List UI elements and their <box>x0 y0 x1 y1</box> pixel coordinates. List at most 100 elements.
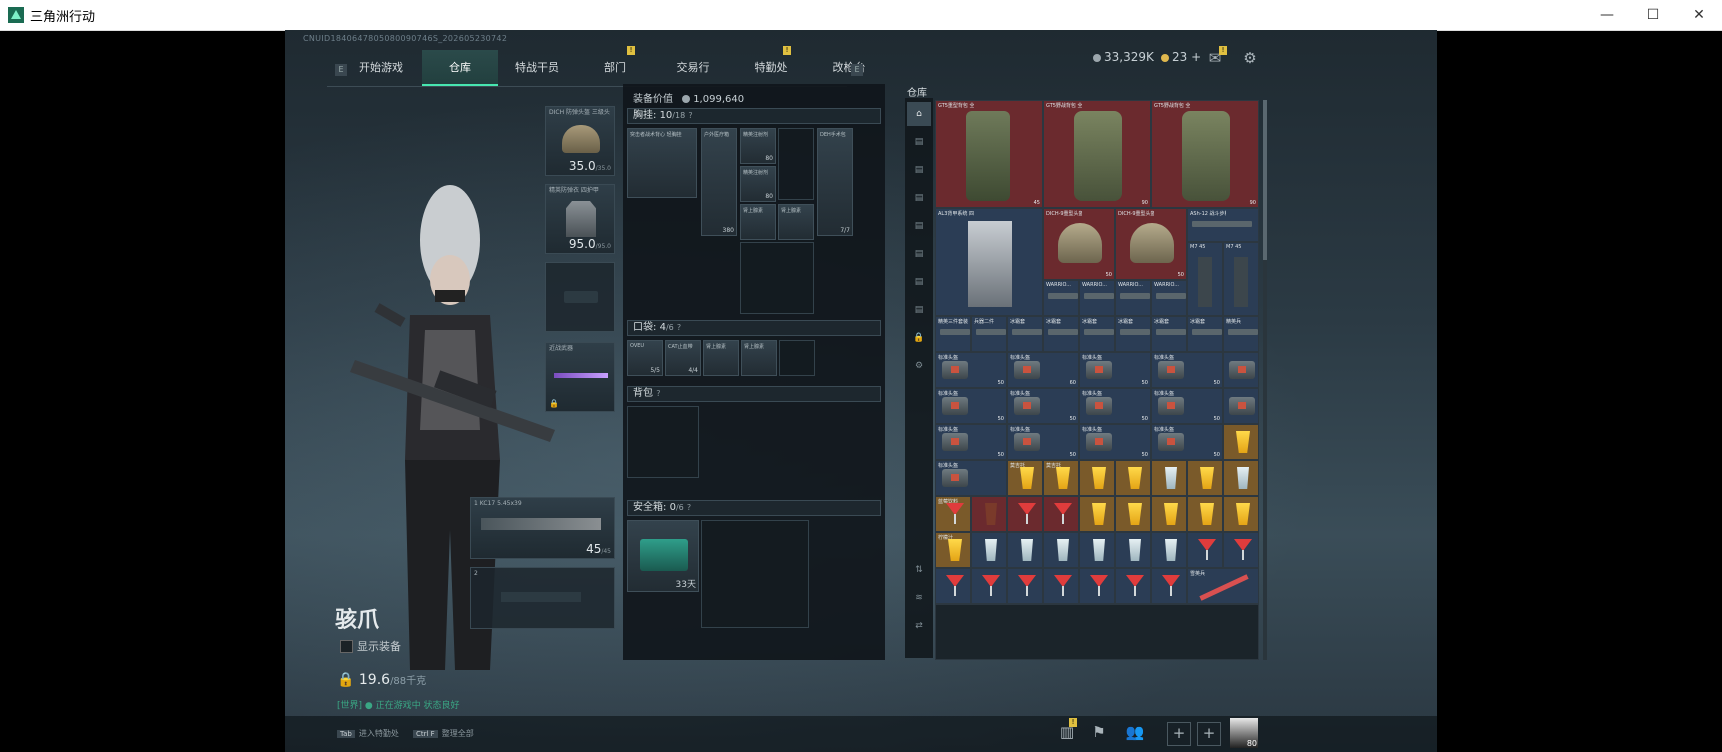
stash-item-case[interactable]: 标准头盔 50 <box>935 424 1007 460</box>
settings-gear-icon[interactable]: ⚙ <box>1240 48 1260 68</box>
sort-icon[interactable]: ⇅ <box>907 558 931 582</box>
stash-item-drink[interactable] <box>1151 460 1187 496</box>
safebox-grid[interactable] <box>701 520 809 628</box>
stash-item-drink[interactable]: 柠檬汁 <box>935 532 971 568</box>
stash-item-backpack[interactable]: GT5野战背包 全视力量90 <box>1043 100 1151 208</box>
stash-item-drink[interactable] <box>1115 460 1151 496</box>
armor-slot[interactable]: 精英防弹衣 四护甲 95.0/95.0 <box>545 184 615 254</box>
stash-item-part[interactable]: 精英兵 <box>1223 316 1259 352</box>
stash-item-case[interactable]: 标准头盔 50 <box>935 388 1007 424</box>
primary-weapon-slot[interactable]: 1 KC17 5.45x39 45/45 <box>470 497 615 559</box>
surgery-kit-item[interactable]: DEH手术包 7/7 <box>817 128 853 236</box>
stash-item-backpack[interactable]: GT5重型背包 全视力量45 <box>935 100 1043 208</box>
stash-item-drink[interactable]: 蓝莓饮料 <box>935 496 971 532</box>
stash-item-case[interactable]: 标准头盔 50 <box>1079 388 1151 424</box>
stash-item-drink[interactable] <box>1223 532 1259 568</box>
stash-item-drink[interactable] <box>1007 496 1043 532</box>
stash-item-small[interactable]: WARRIO... <box>1115 280 1151 316</box>
stash-item-part[interactable]: 精英三件套装 <box>935 316 971 352</box>
stash-empty-area[interactable] <box>935 604 1259 660</box>
stash-item-helmet[interactable]: DICH-9重型头盔 三级头50 <box>1043 208 1115 280</box>
stash-filter-icon[interactable]: ▤ <box>907 242 931 266</box>
stash-item-drink[interactable] <box>1007 568 1043 604</box>
stash-filter-icon[interactable]: ▤ <box>907 186 931 210</box>
stash-filter-icon[interactable]: ▤ <box>907 214 931 238</box>
stash-item-case[interactable]: 标准头盔 50 <box>1151 424 1223 460</box>
stash-item-rifle[interactable]: ASh-12 战斗步枪 <box>1187 208 1259 242</box>
transfer-icon[interactable]: ⇄ <box>907 614 931 638</box>
pocket-item[interactable]: 肾上腺素 <box>741 340 777 376</box>
backpack-slot[interactable] <box>627 406 699 478</box>
injector-item[interactable]: 精英注射剂 80 <box>740 166 776 202</box>
melee-slot[interactable]: 近战武器 🔒 <box>545 342 615 412</box>
team-icon[interactable]: 👥 <box>1125 722 1145 742</box>
stash-item-case[interactable]: 标准头盔 50 <box>1079 352 1151 388</box>
tab-department[interactable]: 部门! <box>577 46 653 86</box>
stash-item-drink[interactable] <box>1079 532 1115 568</box>
add-teammate-button[interactable]: + <box>1167 722 1191 746</box>
chest-rig-item[interactable]: 突击者战术背心 轻胸挂 <box>627 128 697 198</box>
tab-operators[interactable]: 特战干员 <box>499 50 575 86</box>
stash-item-case[interactable]: 标准头盔 60 <box>1007 352 1079 388</box>
hint-special-ops[interactable]: Tab 进入特勤处 <box>337 728 399 739</box>
stash-item-part[interactable]: 冰霜套 <box>1115 316 1151 352</box>
stash-item-drink[interactable] <box>1043 532 1079 568</box>
stats-chart-icon[interactable]: ▥! <box>1057 718 1077 742</box>
medkit-item[interactable]: 户外医疗箱 380 <box>701 128 737 236</box>
stash-item-drink[interactable] <box>1223 496 1259 532</box>
stash-item-case[interactable]: 标准头盔 50 <box>1007 388 1079 424</box>
mail-icon[interactable]: ✉! <box>1205 46 1227 68</box>
stash-item-drink[interactable] <box>971 568 1007 604</box>
stash-item-part[interactable]: 冰霜套 <box>1187 316 1223 352</box>
tab-start-game[interactable]: 开始游戏 <box>343 50 419 86</box>
empty-slot[interactable] <box>740 242 814 314</box>
stash-item-drink[interactable] <box>1115 496 1151 532</box>
stash-item-drink[interactable]: 莫吉托 <box>1043 460 1079 496</box>
stash-all-icon[interactable]: ⌂ <box>907 102 931 126</box>
stash-item-drink[interactable] <box>1115 568 1151 604</box>
layers-icon[interactable]: ≋ <box>907 586 931 610</box>
stash-item-drink[interactable] <box>971 496 1007 532</box>
stash-item-drink[interactable] <box>1043 568 1079 604</box>
stash-item-magazine[interactable]: M7 45 <box>1187 242 1223 316</box>
stash-item-drink[interactable] <box>1115 532 1151 568</box>
stash-item-case[interactable] <box>1223 388 1259 424</box>
stash-filter-icon[interactable]: ▤ <box>907 270 931 294</box>
empty-slot[interactable] <box>779 340 815 376</box>
stash-item-backpack[interactable]: GT5野战背包 全视力量90 <box>1151 100 1259 208</box>
stash-item-injector[interactable]: 雪英兵 <box>1187 568 1259 604</box>
stash-filter-icon[interactable]: ▤ <box>907 158 931 182</box>
stash-item-case[interactable]: 标准头盔 50 <box>1151 352 1223 388</box>
tab-special-ops[interactable]: 特勤处! <box>733 46 809 86</box>
stash-item-case[interactable]: 标准头盔 50 <box>1079 424 1151 460</box>
stash-item-drink[interactable] <box>1223 460 1259 496</box>
stash-item-drink[interactable] <box>1043 496 1079 532</box>
stash-item-part[interactable]: 冰霜套 <box>1151 316 1187 352</box>
empty-slot[interactable] <box>778 128 814 200</box>
stash-item-case[interactable]: 标准头盔 50 <box>1151 388 1223 424</box>
stash-item-armor[interactable]: AL3背甲系统 四护甲 <box>935 208 1043 316</box>
stash-item-drink[interactable] <box>1007 532 1043 568</box>
stash-item-drink[interactable] <box>1079 496 1115 532</box>
stash-item-small[interactable]: WARRIO... <box>1079 280 1115 316</box>
helmet-slot[interactable]: DICH 防弹头盔 三级头 35.0/35.0 <box>545 106 615 176</box>
pocket-item[interactable]: CAT止血带 4/4 <box>665 340 701 376</box>
hint-sort-all[interactable]: Ctrl F 整理全部 <box>413 728 474 739</box>
stash-item-drink[interactable] <box>1187 460 1223 496</box>
minimize-button[interactable]: — <box>1584 0 1630 30</box>
stash-item-drink[interactable] <box>1151 568 1187 604</box>
stash-scrollbar-thumb[interactable] <box>1263 100 1267 260</box>
tab-stash[interactable]: 仓库 <box>422 50 498 86</box>
stash-item-small[interactable]: WARRIO... <box>1151 280 1187 316</box>
stash-item-drink[interactable] <box>1223 424 1259 460</box>
stash-item-part[interactable]: 兵器二件 <box>971 316 1007 352</box>
secondary-weapon-slot[interactable]: 2 <box>470 567 615 629</box>
injector-item[interactable]: 精英注射剂 80 <box>740 128 776 164</box>
stash-filter-icon[interactable]: ▤ <box>907 298 931 322</box>
close-button[interactable]: ✕ <box>1676 0 1722 30</box>
stash-item-part[interactable]: 冰霜套 <box>1007 316 1043 352</box>
stash-item-part[interactable]: 冰霜套 <box>1079 316 1115 352</box>
add-teammate-button[interactable]: + <box>1197 722 1221 746</box>
stash-item-drink[interactable] <box>1151 496 1187 532</box>
stash-item-case[interactable]: 标准头盔 50 <box>935 352 1007 388</box>
